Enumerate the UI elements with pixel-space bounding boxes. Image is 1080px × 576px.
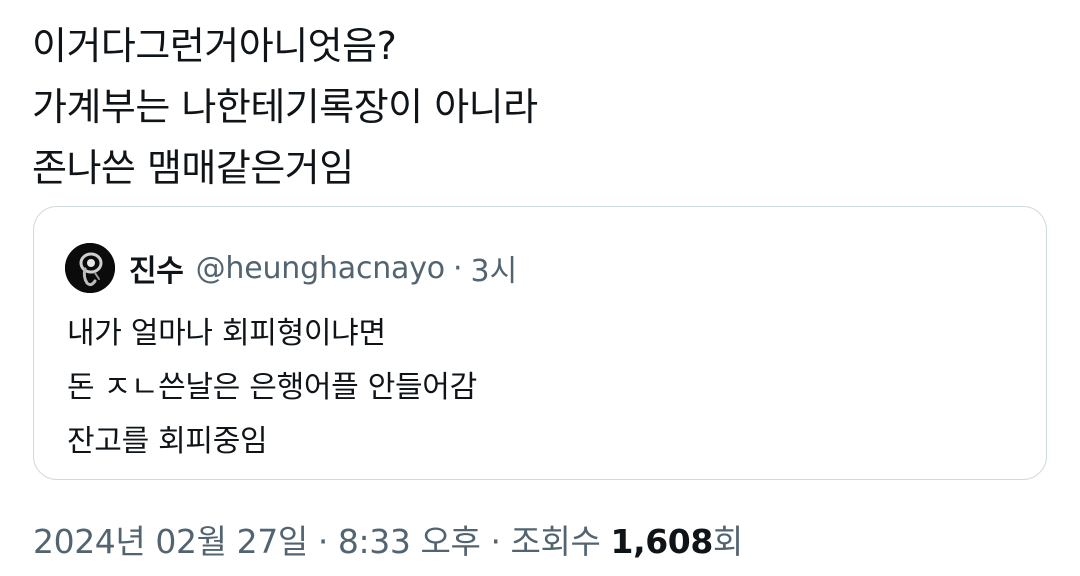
tweet-text-line: 가계부는 나한테기록장이 아니라 — [32, 85, 538, 129]
quoted-tweet-text: 내가 얼마나 회피형이냐면 돈 ㅈㄴ쓴날은 은행어플 안들어감 잔고를 회피중임 — [67, 307, 477, 469]
dark-creature-avatar-icon[interactable] — [65, 243, 115, 293]
header-separator: · — [452, 250, 463, 286]
meta-separator: · — [317, 522, 328, 561]
tweet-meta: 2024년 02월 27일 · 8:33 오후 · 조회수 1,608회 — [33, 518, 743, 566]
tweet: 이거다그런거아니엇음? 가계부는 나한테기록장이 아니라 존나쓴 맴매같은거임 — [32, 16, 1048, 199]
views-suffix: 회 — [712, 522, 743, 561]
quoted-tweet-card[interactable]: 진수 @heunghacnayo · 3시 내가 얼마나 회피형이냐면 돈 ㅈㄴ… — [33, 206, 1047, 480]
meta-separator: · — [490, 522, 501, 561]
views-label: 조회수 — [510, 522, 601, 561]
quoted-author-name[interactable]: 진수 — [129, 246, 184, 290]
avatar-image — [65, 243, 115, 293]
tweet-time[interactable]: 8:33 오후 — [338, 522, 481, 561]
tweet-text-line: 존나쓴 맴매같은거임 — [32, 146, 354, 190]
quoted-text-line: 돈 ㅈㄴ쓴날은 은행어플 안들어감 — [67, 370, 477, 405]
quoted-tweet-header: 진수 @heunghacnayo · 3시 — [65, 243, 517, 293]
quoted-author-handle[interactable]: @heunghacnayo — [196, 251, 446, 286]
quoted-tweet-time[interactable]: 3시 — [471, 246, 518, 290]
tweet-text-line: 이거다그런거아니엇음? — [32, 24, 397, 68]
tweet-text: 이거다그런거아니엇음? 가계부는 나한테기록장이 아니라 존나쓴 맴매같은거임 — [32, 16, 1048, 199]
tweet-date[interactable]: 2024년 02월 27일 — [33, 522, 308, 561]
quoted-text-line: 내가 얼마나 회피형이냐면 — [67, 316, 386, 351]
quoted-text-line: 잔고를 회피중임 — [67, 424, 268, 459]
views-count: 1,608 — [610, 522, 714, 561]
